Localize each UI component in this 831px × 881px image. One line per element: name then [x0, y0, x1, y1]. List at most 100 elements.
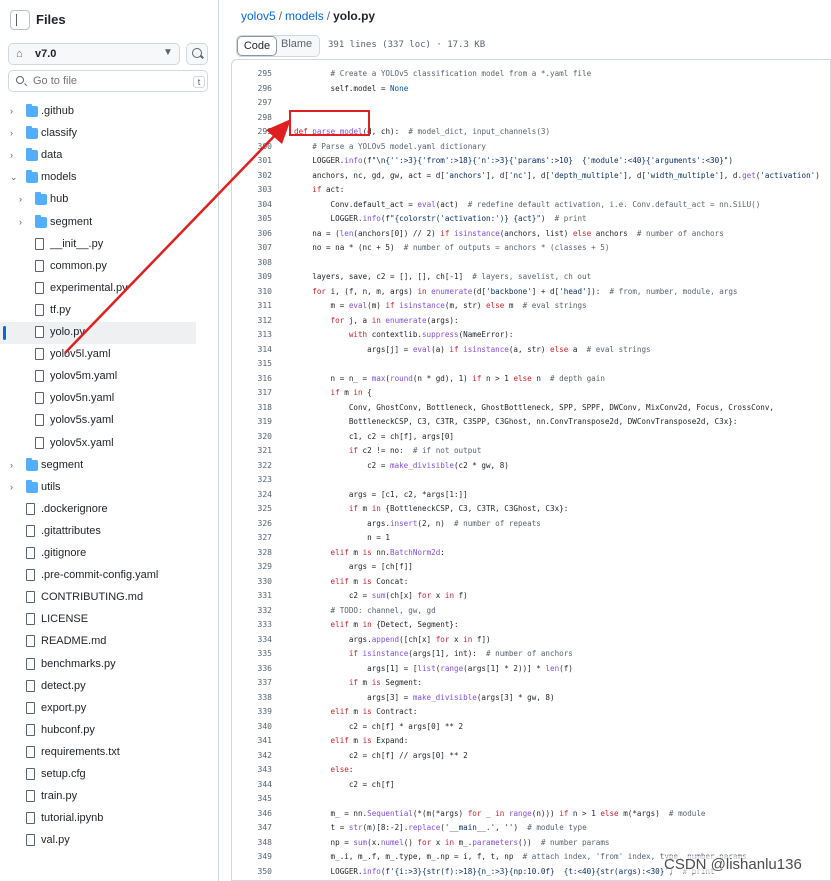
- tree-item[interactable]: train.py: [0, 786, 218, 808]
- tree-item[interactable]: LICENSE: [0, 609, 218, 631]
- collapse-sidebar-icon[interactable]: [10, 10, 30, 30]
- breadcrumb-repo-link[interactable]: yolov5: [241, 9, 276, 23]
- tree-item[interactable]: detect.py: [0, 676, 218, 698]
- tree-item[interactable]: .gitignore: [0, 543, 218, 565]
- tree-item[interactable]: yolov5x.yaml: [0, 433, 218, 455]
- line-number[interactable]: 326: [232, 517, 272, 532]
- chevron-down-icon[interactable]: ⌄: [10, 172, 18, 183]
- tree-item[interactable]: common.py: [0, 256, 218, 278]
- line-number[interactable]: 302: [232, 169, 272, 184]
- chevron-right-icon[interactable]: ›: [10, 482, 13, 492]
- branch-selector-button[interactable]: ⌂ v7.0 ▼: [8, 43, 180, 65]
- line-number[interactable]: 321: [232, 444, 272, 459]
- line-number[interactable]: 329: [232, 560, 272, 575]
- line-number[interactable]: 350: [232, 865, 272, 880]
- tree-item[interactable]: README.md: [0, 631, 218, 653]
- search-icon[interactable]: [186, 43, 208, 65]
- tree-item[interactable]: .gitattributes: [0, 521, 218, 543]
- line-number[interactable]: 340: [232, 720, 272, 735]
- line-number[interactable]: 336: [232, 662, 272, 677]
- line-number[interactable]: 299: [232, 125, 272, 140]
- line-number[interactable]: 315: [232, 357, 272, 372]
- line-number[interactable]: 348: [232, 836, 272, 851]
- tree-item[interactable]: › classify: [0, 123, 218, 145]
- line-number[interactable]: 333: [232, 618, 272, 633]
- go-to-file-field[interactable]: t: [8, 70, 208, 92]
- line-number[interactable]: 347: [232, 821, 272, 836]
- line-number[interactable]: 301: [232, 154, 272, 169]
- line-number[interactable]: 310: [232, 285, 272, 300]
- line-number[interactable]: 332: [232, 604, 272, 619]
- line-number[interactable]: 298: [232, 111, 272, 126]
- line-number[interactable]: 342: [232, 749, 272, 764]
- go-to-file-input[interactable]: [33, 75, 183, 87]
- line-number[interactable]: 341: [232, 734, 272, 749]
- tree-item[interactable]: tf.py: [0, 300, 218, 322]
- line-number[interactable]: 314: [232, 343, 272, 358]
- chevron-right-icon[interactable]: ›: [10, 106, 13, 116]
- tree-item[interactable]: benchmarks.py: [0, 654, 218, 676]
- tree-item[interactable]: CONTRIBUTING.md: [0, 587, 218, 609]
- tree-item[interactable]: yolov5l.yaml: [0, 344, 218, 366]
- line-number[interactable]: 316: [232, 372, 272, 387]
- fold-chevron-icon[interactable]: ⌄: [277, 125, 285, 139]
- tree-item[interactable]: requirements.txt: [0, 742, 218, 764]
- line-number[interactable]: 338: [232, 691, 272, 706]
- line-number[interactable]: 343: [232, 763, 272, 778]
- tree-item[interactable]: ⌄ models: [0, 167, 218, 189]
- line-number[interactable]: 319: [232, 415, 272, 430]
- line-number[interactable]: 324: [232, 488, 272, 503]
- line-number[interactable]: 307: [232, 241, 272, 256]
- tree-item[interactable]: __init__.py: [0, 234, 218, 256]
- tab-blame[interactable]: Blame: [281, 38, 312, 50]
- line-number[interactable]: 334: [232, 633, 272, 648]
- line-number[interactable]: 304: [232, 198, 272, 213]
- tree-item[interactable]: › segment: [0, 212, 218, 234]
- line-number[interactable]: 308: [232, 256, 272, 271]
- line-number[interactable]: 317: [232, 386, 272, 401]
- code-view[interactable]: 295 # Create a YOLOv5 classification mode…: [231, 59, 831, 881]
- chevron-right-icon[interactable]: ›: [19, 194, 22, 204]
- line-number[interactable]: 295: [232, 67, 272, 82]
- line-number[interactable]: 318: [232, 401, 272, 416]
- tree-item[interactable]: export.py: [0, 698, 218, 720]
- line-number[interactable]: 339: [232, 705, 272, 720]
- tree-item[interactable]: › hub: [0, 189, 218, 211]
- line-number[interactable]: 337: [232, 676, 272, 691]
- tree-item[interactable]: tutorial.ipynb: [0, 808, 218, 830]
- breadcrumb-folder-link[interactable]: models: [285, 9, 324, 23]
- line-number[interactable]: 306: [232, 227, 272, 242]
- tree-item[interactable]: › data: [0, 145, 218, 167]
- line-number[interactable]: 335: [232, 647, 272, 662]
- line-number[interactable]: 327: [232, 531, 272, 546]
- line-number[interactable]: 305: [232, 212, 272, 227]
- tab-code[interactable]: Code: [237, 36, 277, 56]
- tree-item[interactable]: yolov5m.yaml: [0, 366, 218, 388]
- line-number[interactable]: 330: [232, 575, 272, 590]
- line-number[interactable]: 331: [232, 589, 272, 604]
- tree-item[interactable]: › .github: [0, 101, 218, 123]
- line-number[interactable]: 311: [232, 299, 272, 314]
- line-number[interactable]: 323: [232, 473, 272, 488]
- line-number[interactable]: 300: [232, 140, 272, 155]
- line-number[interactable]: 320: [232, 430, 272, 445]
- line-number[interactable]: 309: [232, 270, 272, 285]
- line-number[interactable]: 345: [232, 792, 272, 807]
- chevron-right-icon[interactable]: ›: [10, 150, 13, 160]
- line-number[interactable]: 303: [232, 183, 272, 198]
- tree-item[interactable]: yolov5s.yaml: [0, 410, 218, 432]
- chevron-right-icon[interactable]: ›: [10, 128, 13, 138]
- tree-item[interactable]: yolo.py: [0, 322, 196, 344]
- line-number[interactable]: 312: [232, 314, 272, 329]
- line-number[interactable]: 313: [232, 328, 272, 343]
- line-number[interactable]: 296: [232, 82, 272, 97]
- line-number[interactable]: 297: [232, 96, 272, 111]
- chevron-right-icon[interactable]: ›: [10, 460, 13, 470]
- tree-item[interactable]: › segment: [0, 455, 218, 477]
- tree-item[interactable]: .pre-commit-config.yaml: [0, 565, 218, 587]
- line-number[interactable]: 328: [232, 546, 272, 561]
- tree-item[interactable]: .dockerignore: [0, 499, 218, 521]
- line-number[interactable]: 322: [232, 459, 272, 474]
- tree-item[interactable]: yolov5n.yaml: [0, 388, 218, 410]
- line-number[interactable]: 344: [232, 778, 272, 793]
